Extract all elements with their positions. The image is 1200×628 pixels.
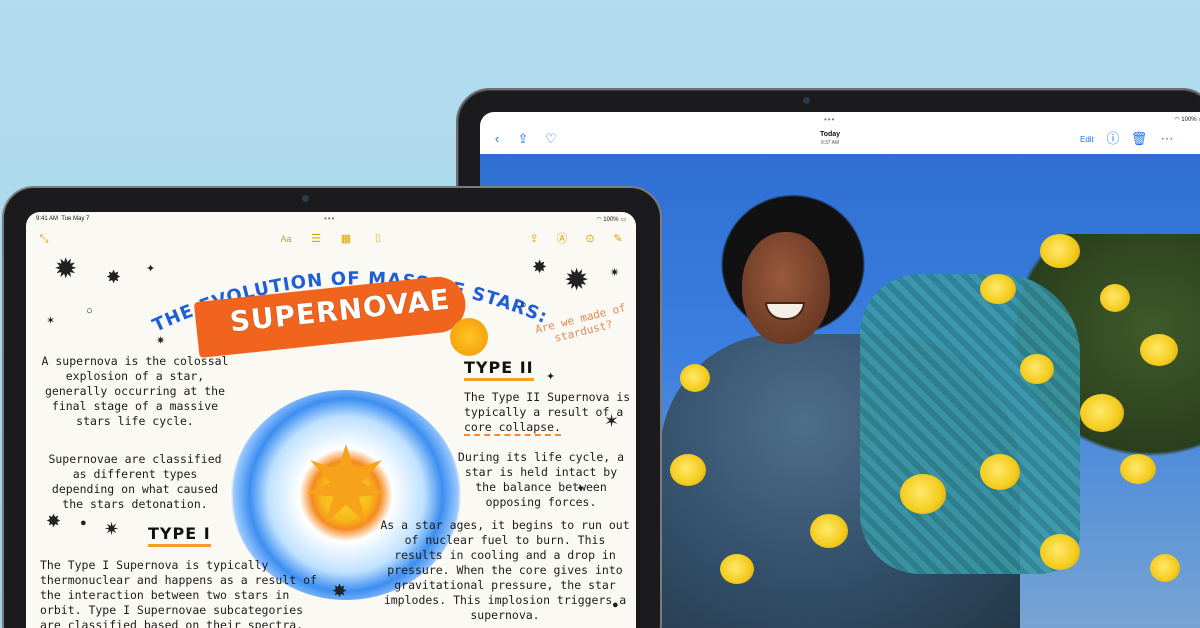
front-camera bbox=[803, 97, 810, 104]
photo-date-title: Today bbox=[819, 131, 841, 138]
flower bbox=[1040, 234, 1080, 268]
front-camera bbox=[302, 195, 309, 202]
notes-screen: 9:41 AM Tue May 7 ••• ◠ 100% ▭ ⤡ Aa ☰ ▦ … bbox=[26, 212, 636, 628]
star-doodle: ✹ bbox=[564, 264, 590, 297]
star-doodle: ✦ bbox=[146, 263, 156, 275]
flower bbox=[810, 514, 848, 548]
photo-time: 9:37 AM bbox=[820, 140, 840, 146]
notes-ipad: 9:41 AM Tue May 7 ••• ◠ 100% ▭ ⤡ Aa ☰ ▦ … bbox=[2, 186, 662, 628]
intro-paragraph: A supernova is the colossal explosion of… bbox=[41, 354, 229, 428]
type-1-heading: TYPE I bbox=[148, 524, 211, 547]
flower bbox=[680, 364, 710, 392]
flower bbox=[900, 474, 946, 514]
battery-percent: 100% bbox=[1181, 117, 1197, 123]
sun-dot-drawing bbox=[450, 318, 488, 356]
star-doodle: ✸ bbox=[332, 581, 348, 601]
star-doodle: ✸ bbox=[46, 511, 62, 531]
collapse-icon[interactable]: ⤡ bbox=[36, 231, 52, 247]
battery-readout: ◠ 100% ▭ bbox=[596, 216, 626, 223]
star-doodle: ✷ bbox=[156, 335, 166, 347]
circle-doodle: ○ bbox=[86, 305, 93, 317]
info-icon[interactable]: ⓘ bbox=[1104, 130, 1122, 148]
photo-scarf bbox=[860, 274, 1080, 574]
star-doodle: ✷ bbox=[610, 267, 620, 279]
trash-icon[interactable]: 🗑 bbox=[1130, 130, 1148, 148]
share-icon[interactable]: ⇪ bbox=[514, 130, 532, 148]
share-icon[interactable]: ⇪ bbox=[526, 231, 542, 247]
star-doodle: ✸ bbox=[106, 267, 122, 287]
heart-icon[interactable]: ♡ bbox=[542, 130, 560, 148]
table-icon[interactable]: ▦ bbox=[338, 231, 354, 247]
format-button[interactable]: Aa bbox=[278, 231, 294, 247]
circle-doodle: ● bbox=[612, 599, 619, 611]
battery-percent: 100% bbox=[603, 217, 619, 223]
chevron-left-icon[interactable]: ‹ bbox=[488, 130, 506, 148]
star-doodle: ✸ bbox=[532, 257, 548, 277]
edit-button[interactable]: Edit bbox=[1080, 135, 1094, 144]
flower bbox=[1080, 394, 1124, 432]
flower bbox=[980, 274, 1016, 304]
type-2-heading: TYPE II bbox=[464, 358, 534, 381]
markup-icon[interactable]: Ⓐ bbox=[554, 231, 570, 247]
photo-person-face bbox=[742, 232, 830, 344]
circle-doodle: ○ bbox=[520, 299, 527, 311]
status-time: 9:41 AM Tue May 7 bbox=[36, 216, 90, 222]
flower bbox=[1020, 354, 1054, 384]
flower bbox=[670, 454, 706, 486]
wifi-icon: ◠ bbox=[596, 217, 602, 223]
classification-paragraph: Supernovae are classified as different t… bbox=[48, 452, 222, 511]
flower bbox=[980, 454, 1020, 490]
aging-paragraph: As a star ages, it begins to run out of … bbox=[380, 518, 630, 622]
star-doodle: ✹ bbox=[54, 253, 78, 284]
photos-toolbar: ‹ ⇪ ♡ Today 9:37 AM Edit ⓘ 🗑 ⋯ bbox=[480, 126, 1200, 154]
compose-icon[interactable]: ✎ bbox=[610, 231, 626, 247]
more-icon[interactable]: ⊙ bbox=[582, 231, 598, 247]
checklist-icon[interactable]: ☰ bbox=[308, 231, 324, 247]
flower bbox=[1040, 534, 1080, 570]
battery-readout: ◠ 100% ▭ bbox=[1174, 116, 1200, 123]
more-icon[interactable]: ⋯ bbox=[1158, 130, 1176, 148]
camera-icon[interactable]: ⌷ bbox=[370, 231, 386, 247]
flower bbox=[1150, 554, 1180, 582]
flower bbox=[720, 554, 754, 584]
flower bbox=[1100, 284, 1130, 312]
type-1-paragraph: The Type I Supernova is typically thermo… bbox=[40, 558, 317, 628]
notes-toolbar: ⤡ Aa ☰ ▦ ⌷ ⇪ Ⓐ ⊙ ✎ bbox=[26, 228, 636, 250]
star-doodle: ✷ bbox=[104, 519, 120, 539]
wifi-icon: ◠ bbox=[1174, 117, 1180, 123]
lifecycle-paragraph: During its life cycle, a star is held in… bbox=[457, 450, 625, 509]
battery-icon: ▭ bbox=[620, 217, 626, 223]
star-doodle: ✶ bbox=[46, 315, 56, 327]
star-doodle: ✦ bbox=[546, 371, 556, 383]
status-bar: 9:41 AM Tue May 7 ••• ◠ 100% ▭ bbox=[26, 212, 636, 226]
circle-doodle: ● bbox=[80, 517, 87, 529]
multitasking-dots[interactable]: ••• bbox=[324, 214, 335, 223]
flower bbox=[1120, 454, 1156, 484]
multitasking-dots[interactable]: ••• bbox=[824, 115, 835, 124]
star-doodle: ✦ bbox=[576, 483, 586, 495]
star-doodle: ✶ bbox=[604, 411, 620, 431]
flower bbox=[1140, 334, 1178, 366]
